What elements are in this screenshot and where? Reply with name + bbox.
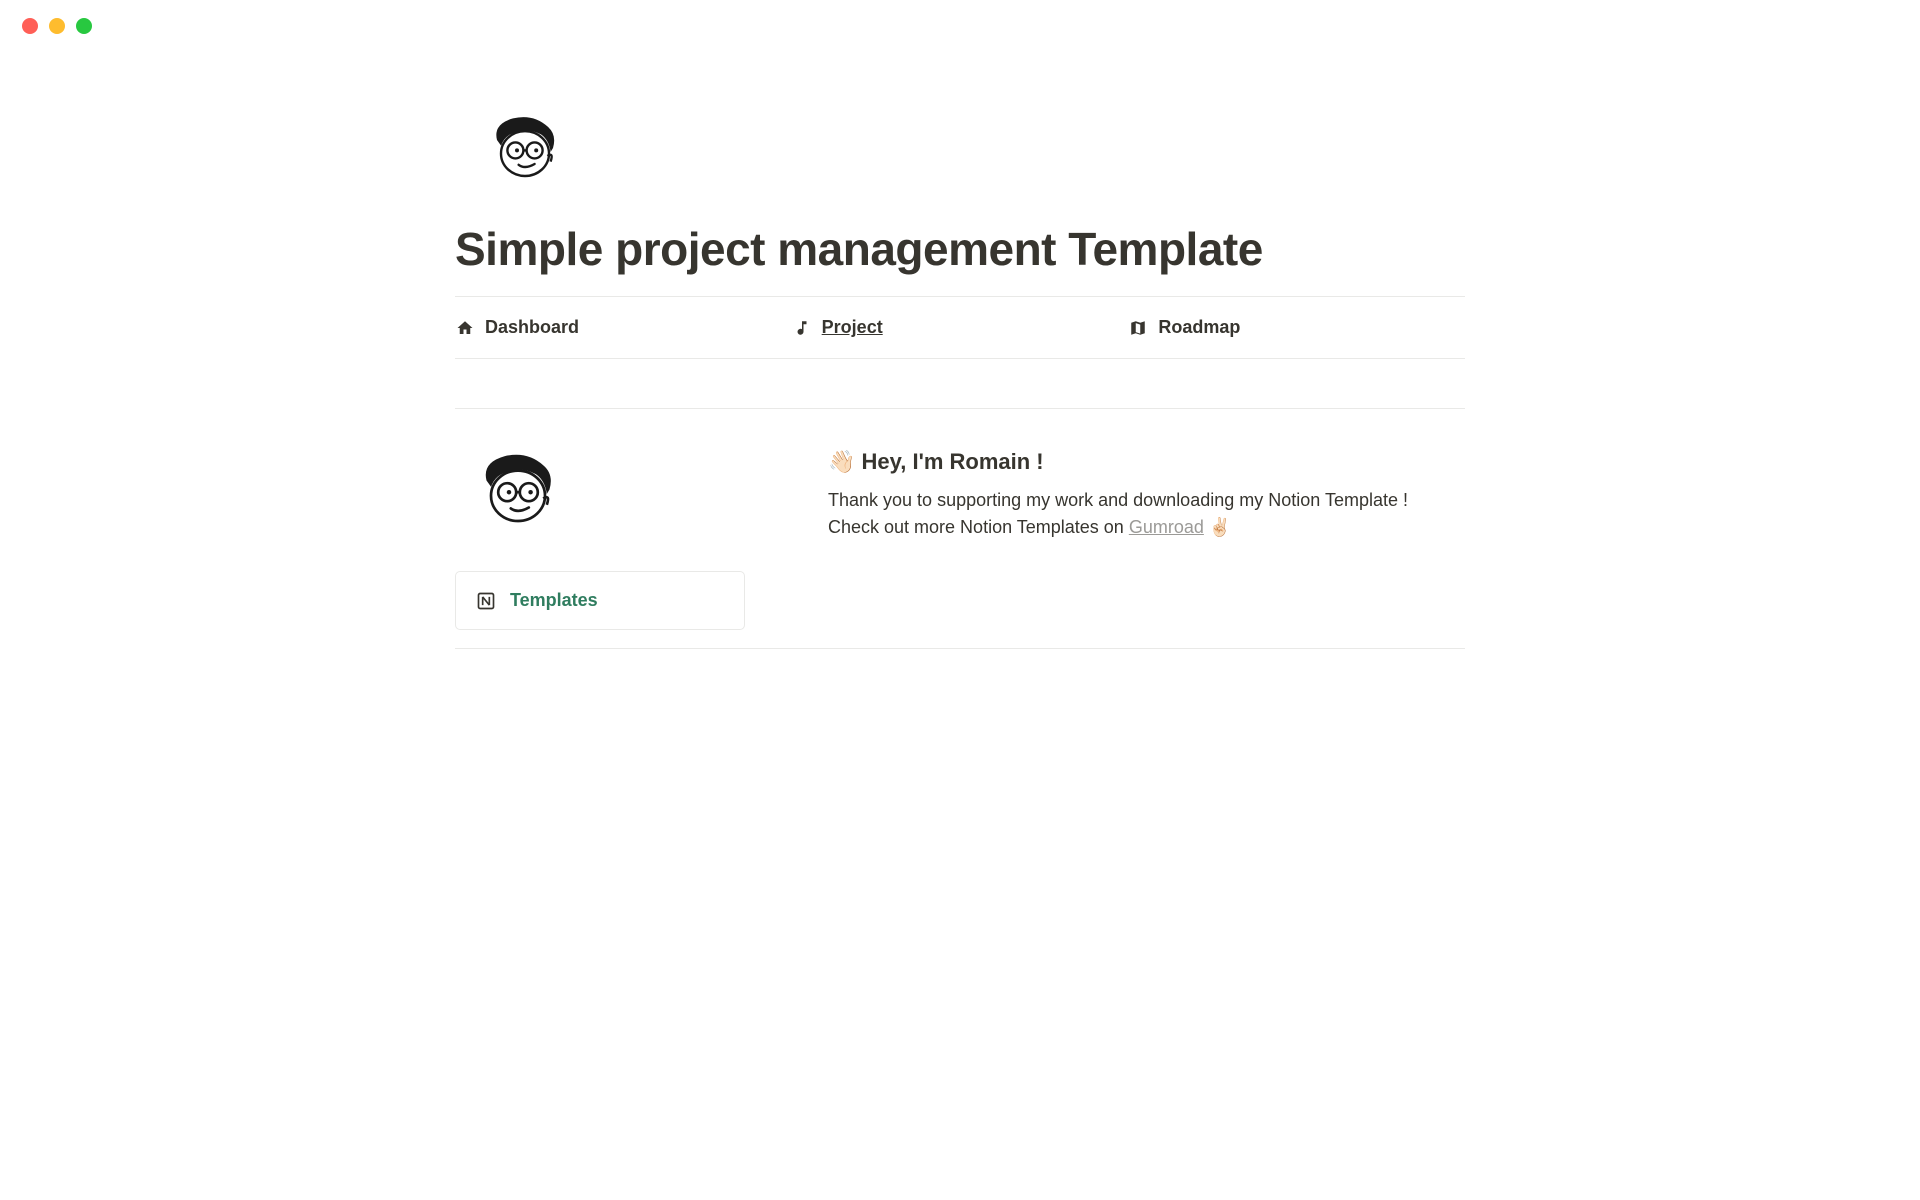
templates-card[interactable]: Templates bbox=[455, 571, 745, 630]
gumroad-link[interactable]: Gumroad bbox=[1129, 517, 1204, 537]
page-title: Simple project management Template bbox=[455, 222, 1465, 276]
templates-card-label: Templates bbox=[510, 590, 598, 611]
home-icon bbox=[455, 319, 475, 337]
notion-icon bbox=[476, 591, 496, 611]
avatar-icon bbox=[473, 449, 563, 539]
intro-line2-suffix: ✌🏻 bbox=[1204, 517, 1231, 537]
intro-heading: 👋🏻 Hey, I'm Romain ! bbox=[828, 449, 1465, 475]
nav-item-roadmap[interactable]: Roadmap bbox=[1128, 297, 1465, 358]
avatar-icon bbox=[485, 112, 565, 192]
window-maximize-button[interactable] bbox=[76, 18, 92, 34]
spacer bbox=[455, 359, 1465, 409]
window-controls bbox=[0, 0, 1920, 52]
nav-item-project[interactable]: Project bbox=[792, 297, 1129, 358]
divider bbox=[455, 648, 1465, 649]
intro-text: 👋🏻 Hey, I'm Romain ! Thank you to suppor… bbox=[828, 449, 1465, 541]
nav-label: Dashboard bbox=[485, 317, 579, 338]
page-content: Simple project management Template Dashb… bbox=[360, 112, 1560, 649]
intro-line1: Thank you to supporting my work and down… bbox=[828, 490, 1408, 510]
intro-line2-prefix: Check out more Notion Templates on bbox=[828, 517, 1129, 537]
intro-avatar bbox=[473, 449, 563, 539]
window-close-button[interactable] bbox=[22, 18, 38, 34]
window-minimize-button[interactable] bbox=[49, 18, 65, 34]
nav-label: Project bbox=[822, 317, 883, 338]
page-icon[interactable] bbox=[485, 112, 1465, 192]
map-icon bbox=[1128, 319, 1148, 337]
nav-row: Dashboard Project Roadmap bbox=[455, 297, 1465, 359]
nav-label: Roadmap bbox=[1158, 317, 1240, 338]
intro-body: Thank you to supporting my work and down… bbox=[828, 487, 1465, 541]
intro-section: 👋🏻 Hey, I'm Romain ! Thank you to suppor… bbox=[455, 409, 1465, 571]
wave-emoji: 👋🏻 bbox=[828, 449, 855, 474]
nav-item-dashboard[interactable]: Dashboard bbox=[455, 297, 792, 358]
music-icon bbox=[792, 319, 812, 337]
intro-heading-text: Hey, I'm Romain ! bbox=[862, 449, 1044, 474]
